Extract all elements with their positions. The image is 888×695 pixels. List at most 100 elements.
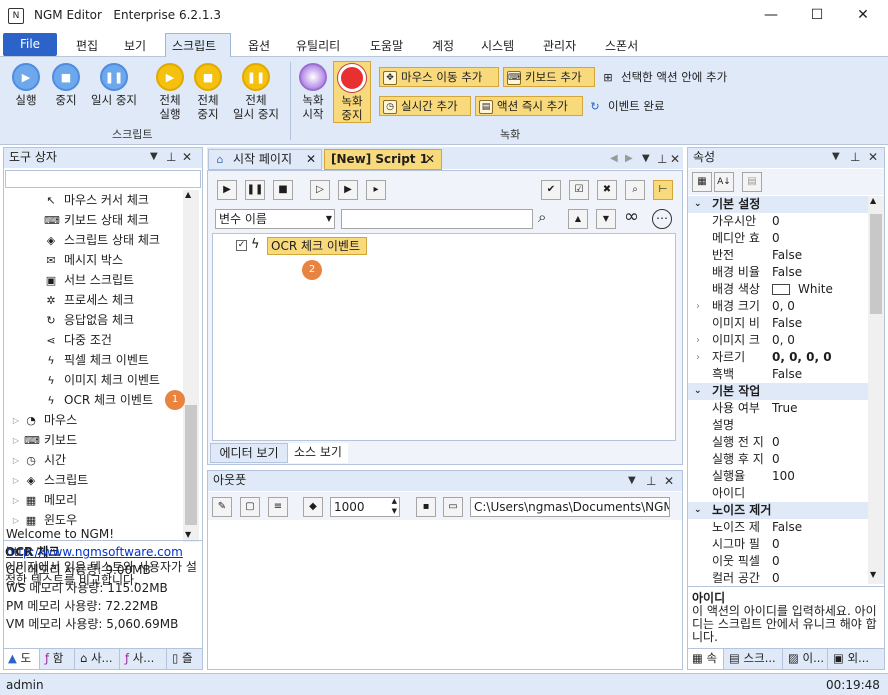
record-stop-button[interactable]: 녹화 중지 (333, 61, 371, 123)
tab-editor-view[interactable]: 에디터 보기 (210, 443, 288, 463)
save-icon[interactable]: ▪ (416, 497, 436, 517)
toolbox-category[interactable]: ▷ ◷ 시간 (12, 450, 192, 470)
infinity-icon[interactable]: ∞ (624, 206, 639, 227)
toolbox-item[interactable]: ▣ 서브 스크립트 (44, 270, 224, 290)
move-down-button[interactable]: ▼ (596, 209, 616, 229)
sort-az-icon[interactable]: A↓ (714, 172, 734, 192)
expand-icon[interactable]: ▷ (12, 434, 20, 448)
property-row[interactable]: 배경 비율 False (688, 264, 868, 281)
toolbox-item[interactable]: ✲ 프로세스 체크 (44, 290, 224, 310)
toolbox-item[interactable]: ϟ 이미지 체크 이벤트 (44, 370, 224, 390)
property-row[interactable]: 흑백 False (688, 366, 868, 383)
toolbox-item[interactable]: ↻ 응답없음 체크 (44, 310, 224, 330)
eraser-icon[interactable]: ◆ (303, 497, 323, 517)
tab-source-view[interactable]: 소스 보기 (288, 443, 348, 463)
tab-script-explorer[interactable]: ▤ 스크... (725, 649, 783, 669)
menu-options[interactable]: 옵션 (248, 37, 270, 54)
more-icon[interactable]: ⋯ (652, 209, 672, 229)
run-all-button[interactable]: ▶ 전체 실행 (150, 63, 190, 121)
panel-close-icon[interactable]: ✕ (664, 474, 674, 488)
tab-script-1[interactable]: [New] Script 1 ✕ (324, 149, 442, 170)
tab-left-icon[interactable]: ◀ (610, 153, 618, 164)
toolbox-category[interactable]: ▷ ◈ 스크립트 (12, 470, 192, 490)
collapse-icon[interactable]: ⌄ (694, 502, 702, 519)
tree-icon[interactable]: ⊢ (653, 180, 673, 200)
property-section[interactable]: ⌄ 기본 설정 (688, 196, 868, 213)
font-size-stepper[interactable]: 1000 ▲ ▼ (330, 497, 400, 517)
property-row[interactable]: 컬러 공간 0 (688, 570, 868, 587)
panel-close-icon[interactable]: ✕ (868, 150, 878, 164)
stop-all-button[interactable]: ■ 전체 중지 (188, 63, 228, 121)
file-menu[interactable]: File (3, 33, 57, 56)
expand-icon[interactable]: › (696, 349, 700, 366)
add-mouse-move-button[interactable]: ✥ 마우스 이동 추가 (379, 67, 499, 87)
panel-dropdown-icon[interactable]: ▼ (150, 151, 158, 162)
property-row[interactable]: 노이즈 제 False (688, 519, 868, 536)
property-row[interactable]: 시그마 필 0 (688, 536, 868, 553)
toolbox-item[interactable]: ϟ OCR 체크 이벤트 (44, 390, 224, 410)
minimize-button[interactable]: — (748, 0, 794, 32)
list-icon[interactable]: ≡ (268, 497, 288, 517)
search-icon[interactable]: ⌕ (538, 208, 546, 226)
output-link[interactable]: http://www.ngmsoftware.com (6, 543, 183, 561)
expand-icon[interactable]: › (696, 298, 700, 315)
tab-external[interactable]: ▣ 외... (829, 649, 884, 669)
expand-icon[interactable]: ▷ (12, 494, 20, 508)
tab-list-icon[interactable]: ▼ (642, 153, 650, 164)
collapse-icon[interactable]: ⌄ (694, 196, 702, 213)
toolbox-item[interactable]: ϟ 픽셀 체크 이벤트 (44, 350, 224, 370)
property-row[interactable]: 반전 False (688, 247, 868, 264)
expand-icon[interactable]: ▷ (12, 454, 20, 468)
property-pages-icon[interactable]: ▤ (742, 172, 762, 192)
check-icon[interactable]: ☑ (569, 180, 589, 200)
panel-close-icon[interactable]: ✕ (182, 150, 192, 164)
toolbox-item[interactable]: ⌨ 키보드 상태 체크 (44, 210, 224, 230)
pin-icon[interactable]: ⊥ (850, 150, 860, 164)
pin-icon[interactable]: ⊥ (166, 150, 176, 164)
toolbox-search-input[interactable] (5, 170, 201, 188)
delete-icon[interactable]: ✖ (597, 180, 617, 200)
scroll-thumb[interactable] (870, 214, 882, 314)
property-row[interactable]: 아이디 (688, 485, 868, 502)
tab-function[interactable]: ƒ 함 (41, 649, 75, 669)
panel-dropdown-icon[interactable]: ▼ (832, 151, 840, 162)
panel-close-icon[interactable]: ✕ (670, 152, 680, 166)
property-row[interactable]: 배경 색상 White (688, 281, 868, 298)
pause-all-button[interactable]: ❚❚ 전체 일시 중지 (228, 63, 284, 121)
tab-close-icon[interactable]: ✕ (306, 150, 316, 169)
property-row[interactable]: 설명 (688, 417, 868, 434)
expand-icon[interactable]: ▷ (12, 474, 20, 488)
tab-favorites[interactable]: ▯ 즐 (168, 649, 202, 669)
expand-icon[interactable]: ▷ (12, 414, 20, 428)
property-section[interactable]: ⌄ 기본 작업 (688, 383, 868, 400)
maximize-button[interactable]: ☐ (794, 0, 840, 32)
zoom-icon[interactable]: ⌕ (625, 180, 645, 200)
tab-close-icon[interactable]: ✕ (425, 150, 435, 169)
property-row[interactable]: 실행 후 지 0 (688, 451, 868, 468)
check-all-icon[interactable]: ✔ (541, 180, 561, 200)
add-keyboard-button[interactable]: ⌨ 키보드 추가 (503, 67, 595, 87)
add-immediate-button[interactable]: ▤ 액션 즉시 추가 (475, 96, 583, 116)
add-realtime-button[interactable]: ◷ 실시간 추가 (379, 96, 471, 116)
toolbox-category[interactable]: ▷ ◔ 마우스 (12, 410, 192, 430)
toolbox-item[interactable]: ⋖ 다중 조건 (44, 330, 224, 350)
pin-icon[interactable]: ⊥ (657, 152, 667, 166)
stop-icon[interactable]: ■ (273, 180, 293, 200)
property-row[interactable]: 사용 여부 True (688, 400, 868, 417)
tab-images[interactable]: ▨ 이... (784, 649, 828, 669)
expand-icon[interactable]: › (696, 332, 700, 349)
panel-dropdown-icon[interactable]: ▼ (628, 475, 636, 486)
toolbox-category[interactable]: ▷ ⌨ 키보드 (12, 430, 192, 450)
scroll-up-icon[interactable]: ▲ (870, 196, 876, 205)
step-over-icon[interactable]: ▸ (366, 180, 386, 200)
property-row[interactable]: 메디안 효 0 (688, 230, 868, 247)
menu-edit[interactable]: 편집 (76, 37, 98, 54)
property-row[interactable]: 가우시안 0 (688, 213, 868, 230)
pause-button[interactable]: ❚❚ 일시 중지 (86, 63, 142, 107)
menu-script[interactable]: 스크립트 (172, 37, 216, 54)
toolbox-item[interactable]: ↖ 마우스 커서 체크 (44, 190, 224, 210)
step-icon[interactable]: ▶ (338, 180, 358, 200)
tab-user[interactable]: ⌂ 사... (76, 649, 120, 669)
tab-toolbox[interactable]: ▲ 도 (4, 649, 40, 669)
add-in-action-button[interactable]: ⊞ 선택한 액션 안에 추가 (601, 69, 727, 85)
